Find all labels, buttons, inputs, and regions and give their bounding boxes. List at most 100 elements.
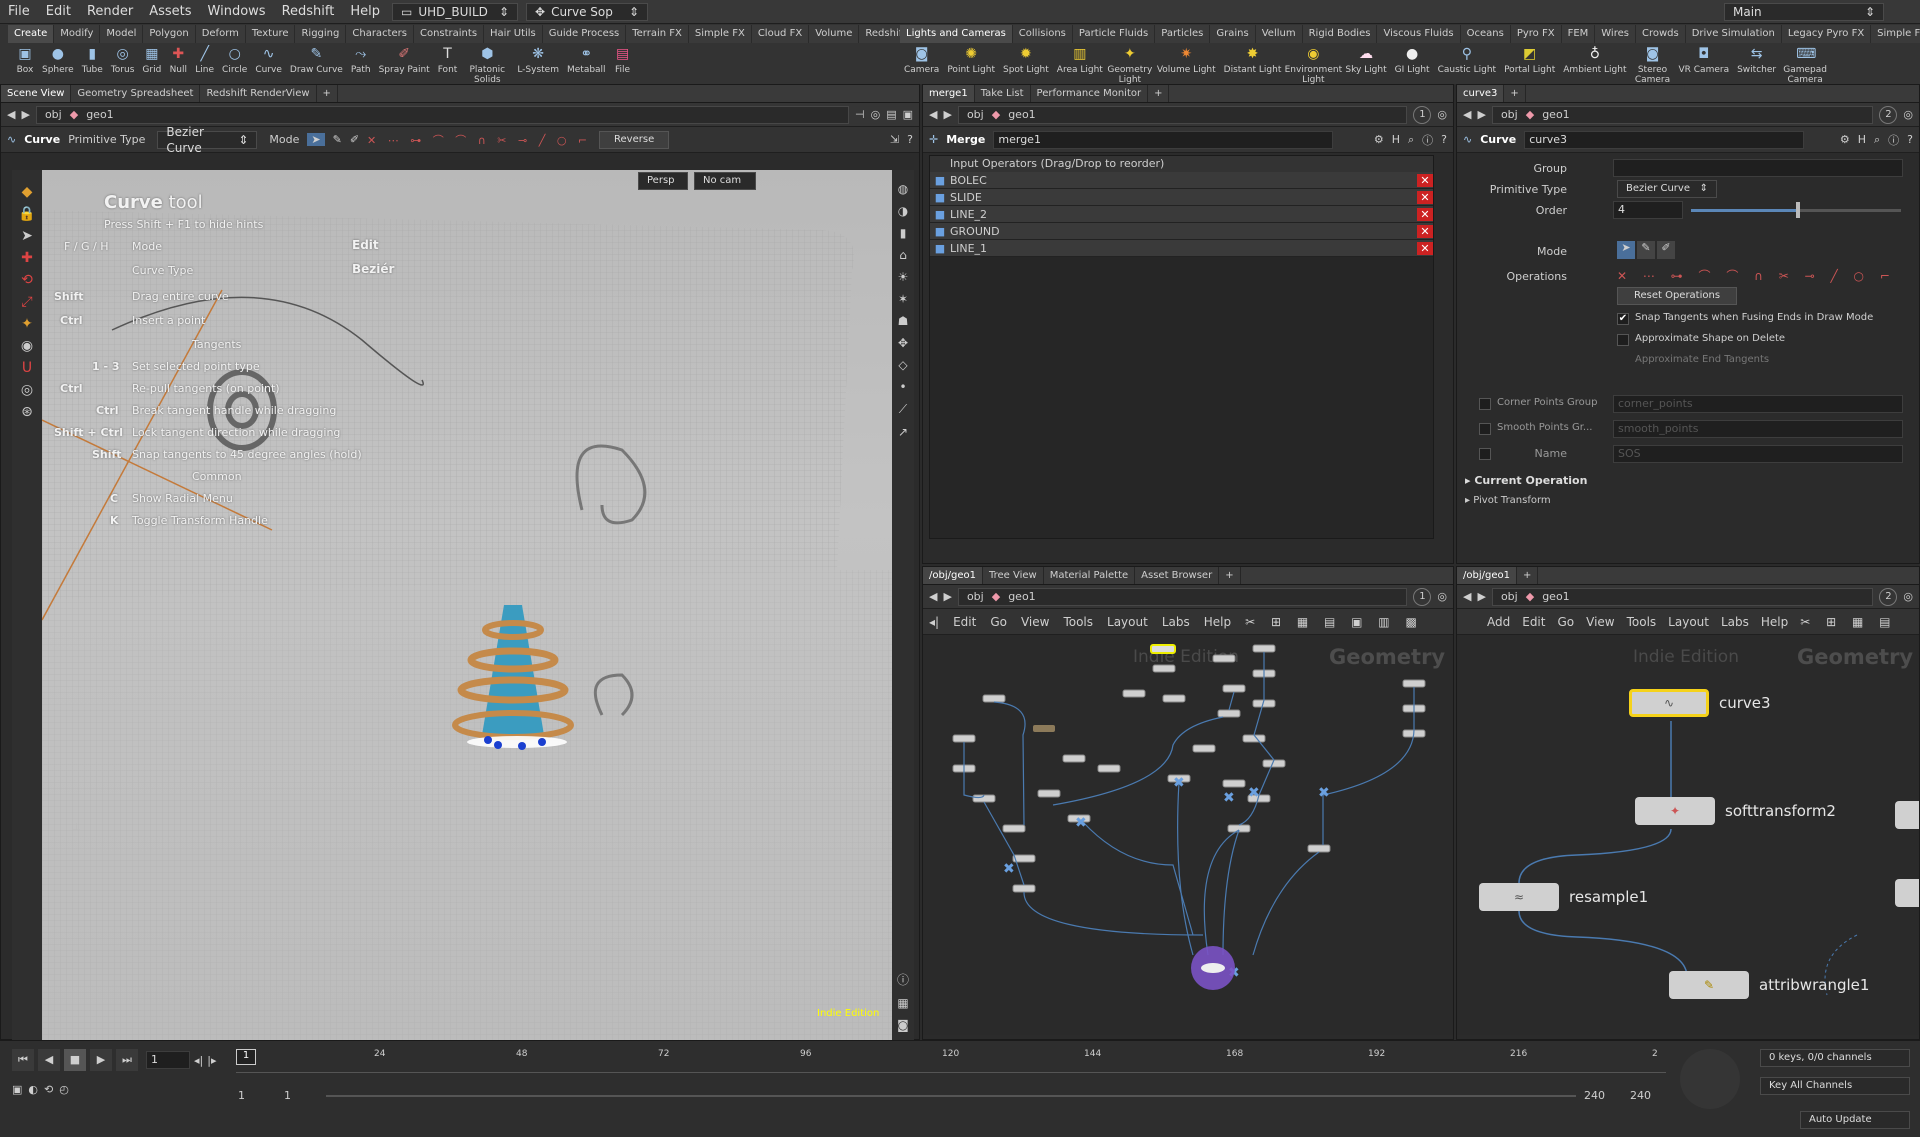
offscreen-node[interactable] (1895, 879, 1919, 907)
prim-type-dropdown[interactable]: Bezier Curve ⇕ (157, 125, 258, 155)
snap-icon[interactable]: ✥ (898, 336, 908, 350)
add-tab-icon[interactable]: + (1148, 85, 1170, 102)
op-name-field[interactable]: curve3 (1524, 130, 1805, 149)
display-options-icon[interactable]: ▤ (886, 108, 896, 121)
wireframe-icon[interactable]: ◇ (898, 358, 907, 372)
vector-icon[interactable]: ↗ (898, 425, 908, 439)
shelf-tab[interactable]: Guide Process (542, 25, 627, 43)
tool-switcher[interactable]: ⇆ Switcher (1733, 43, 1780, 83)
tool-line[interactable]: ╱ Line (191, 43, 218, 83)
menu-view[interactable]: View (1021, 615, 1049, 629)
offscreen-node[interactable] (1895, 801, 1919, 829)
node-resample1[interactable]: ≈ resample1 (1479, 883, 1648, 911)
link-icon[interactable]: ◎ (1437, 108, 1447, 121)
mode-draw-icon[interactable]: ✐ (350, 133, 359, 146)
forward-icon[interactable]: ▶ (1477, 108, 1485, 121)
tab-curve3[interactable]: curve3 (1457, 85, 1505, 102)
search-icon[interactable]: ⌕ (1408, 133, 1414, 147)
tab-network[interactable]: /obj/geo1 (923, 567, 983, 584)
tool-ambient-light[interactable]: ♁ Ambient Light (1559, 43, 1630, 83)
approx-shape-checkbox[interactable] (1617, 334, 1629, 346)
tool-caustic-light[interactable]: ⚲ Caustic Light (1434, 43, 1501, 83)
delete-icon[interactable]: ✕ (1417, 241, 1433, 255)
collapse-icon[interactable]: ◂| (929, 615, 939, 629)
menu-redshift[interactable]: Redshift (274, 0, 343, 24)
shelf-tab[interactable]: Volume (809, 25, 860, 43)
smooth-points-field[interactable]: smooth_points (1613, 420, 1903, 438)
curve-path[interactable]: obj ◆ geo1 (1491, 105, 1874, 124)
pane-link-number[interactable]: 2 (1879, 105, 1898, 124)
forward-icon[interactable]: ▶ (1477, 590, 1485, 603)
tool-gamepad-camera[interactable]: ⌨ Gamepad Camera (1780, 43, 1830, 85)
delete-icon[interactable]: ✕ (1417, 190, 1433, 204)
camera-menu[interactable]: No cam (694, 172, 756, 190)
back-icon[interactable]: ◀ (1463, 108, 1471, 121)
tab-performance-monitor[interactable]: Performance Monitor (1031, 85, 1149, 102)
order-slider[interactable] (1691, 202, 1901, 218)
tool-torus[interactable]: ◎ Torus (107, 43, 139, 83)
delete-icon[interactable]: ✕ (1417, 207, 1433, 221)
persp-menu[interactable]: Persp (638, 172, 688, 190)
play-reverse-icon[interactable]: ◀ (38, 1049, 60, 1071)
menu-labs[interactable]: Labs (1721, 615, 1749, 629)
add-tab-icon[interactable]: + (317, 85, 338, 102)
pane-link-number[interactable]: 2 (1879, 587, 1898, 606)
network-tool-icons[interactable]: ✂ ⊞ ▦ ▤ ▣ ▥ ▩ (1245, 615, 1423, 629)
gear-icon[interactable]: ⚙ (1840, 133, 1850, 146)
shelf-tab[interactable]: Grains (1210, 25, 1256, 43)
shelf-tab[interactable]: Crowds (1635, 25, 1686, 43)
current-frame-field[interactable]: 1 (146, 1051, 190, 1069)
tool-area-light[interactable]: ▥ Area Light (1053, 43, 1107, 83)
normals-icon[interactable]: ⟋ (899, 402, 907, 417)
name-field[interactable]: SOS (1613, 445, 1903, 463)
tool-circle[interactable]: ○ Circle (218, 43, 251, 83)
magnet-icon[interactable]: U (22, 360, 32, 376)
shelf-tab[interactable]: Characters (346, 25, 414, 43)
forward-icon[interactable]: ▶ (21, 108, 29, 121)
menu-tools[interactable]: Tools (1627, 615, 1657, 629)
light-icon[interactable]: ☀ (898, 270, 909, 284)
tool-spot-light[interactable]: ✹ Spot Light (999, 43, 1053, 83)
menu-assets[interactable]: Assets (141, 0, 199, 24)
play-icon[interactable]: ▶ (90, 1049, 112, 1071)
shelf-tab[interactable]: Vellum (1255, 25, 1303, 43)
shelf-tab[interactable]: Deform (195, 25, 246, 43)
timeline-ruler[interactable]: 1 24 48 72 96 120 144 168 192 216 2 (236, 1049, 1666, 1073)
help-icon[interactable]: ? (907, 133, 913, 146)
pin-icon[interactable]: ⇲ (890, 133, 899, 146)
tab-network[interactable]: /obj/geo1 (1457, 567, 1517, 584)
mode-select-icon[interactable]: ➤ (1617, 241, 1635, 259)
node-softtransform2[interactable]: ✦ softtransform2 (1635, 797, 1836, 825)
smooth-points-checkbox[interactable] (1479, 423, 1491, 435)
workspace-dropdown[interactable]: Main ⇕ (1724, 2, 1884, 21)
link-icon[interactable]: ◎ (1437, 590, 1447, 603)
shelf-tab[interactable]: Wires (1595, 25, 1636, 43)
scale-tool-icon[interactable]: ⤢ (21, 294, 32, 310)
shelf-tab[interactable]: Particle Fluids (1072, 25, 1156, 43)
add-tab-icon[interactable]: + (1219, 567, 1241, 584)
tab-geometry-spreadsheet[interactable]: Geometry Spreadsheet (71, 85, 201, 102)
viewport-3d[interactable]: ⊥ Persp No cam Curve tool Press Shift + … (42, 170, 892, 1040)
reverse-button[interactable]: Reverse (599, 130, 670, 149)
back-icon[interactable]: ◀ (1463, 590, 1471, 603)
link-icon[interactable]: ◎ (871, 108, 881, 121)
op-name-field[interactable]: merge1 (993, 130, 1334, 149)
menu-go[interactable]: Go (1557, 615, 1574, 629)
lock-camera-icon[interactable]: ▮ (900, 226, 907, 240)
points-icon[interactable]: • (899, 380, 906, 394)
tool-sphere[interactable]: ● Sphere (38, 43, 78, 83)
menu-help[interactable]: Help (1761, 615, 1788, 629)
tool-sky-light[interactable]: ☁ Sky Light (1341, 43, 1390, 83)
back-icon[interactable]: ◀ (929, 108, 937, 121)
input-row[interactable]: ■ BOLEC ✕ (930, 172, 1433, 189)
audio-icon[interactable]: ◐ (28, 1083, 38, 1096)
tool-tube[interactable]: ▮ Tube (78, 43, 107, 83)
shelf-tab[interactable]: Hair Utils (484, 25, 543, 43)
forward-icon[interactable]: ▶ (943, 108, 951, 121)
tool-vr-camera[interactable]: ◘ VR Camera (1675, 43, 1734, 83)
shelf-tab[interactable]: FEM (1561, 25, 1596, 43)
menu-layout[interactable]: Layout (1668, 615, 1709, 629)
stop-icon[interactable]: ■ (64, 1049, 86, 1071)
clock-icon[interactable]: ◴ (59, 1083, 69, 1096)
range-start[interactable]: 1 (238, 1089, 245, 1102)
